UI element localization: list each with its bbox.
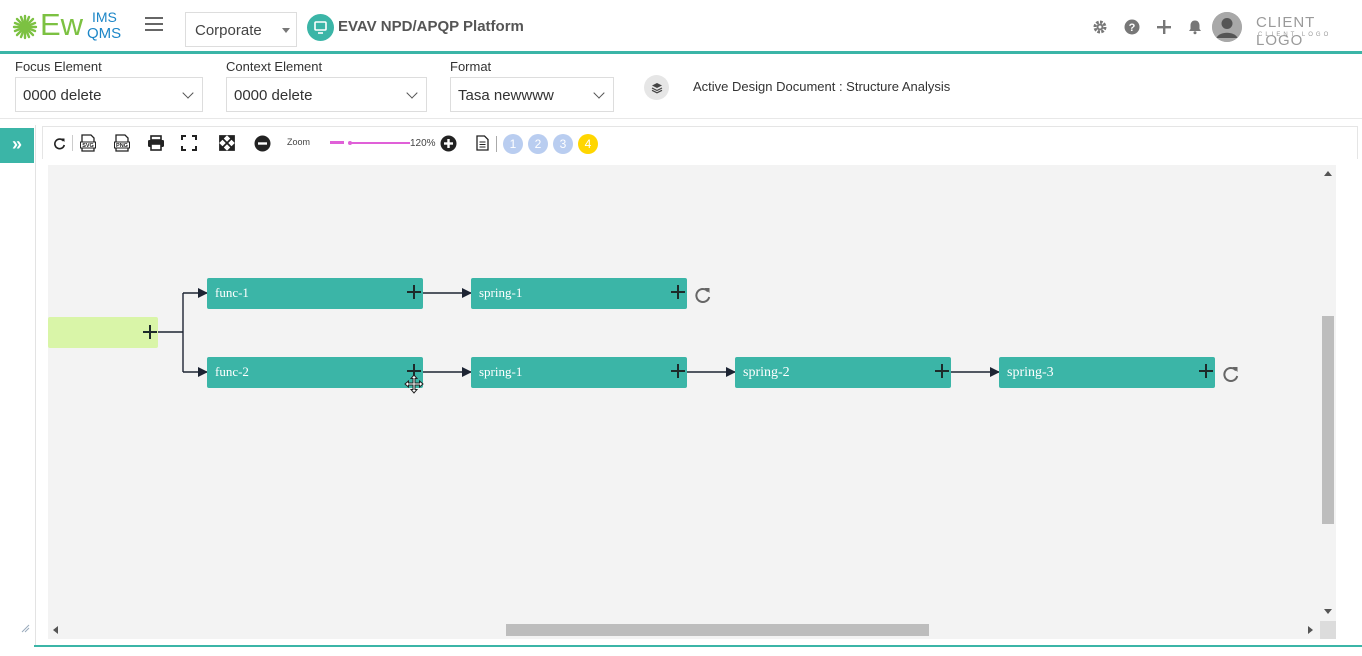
- site-selector[interactable]: Corporate: [185, 12, 297, 47]
- node-label: spring-1: [479, 364, 523, 379]
- connector-lines: [158, 288, 1000, 377]
- focus-element-label: Focus Element: [15, 59, 102, 74]
- refresh-icon[interactable]: [51, 134, 67, 152]
- scroll-up-icon[interactable]: [1324, 171, 1332, 176]
- help-icon[interactable]: ?: [1122, 17, 1142, 37]
- add-child-icon[interactable]: [407, 285, 421, 299]
- root-node[interactable]: [48, 317, 158, 348]
- context-element-value: 0000 delete: [234, 87, 313, 104]
- add-child-icon[interactable]: [1199, 364, 1213, 378]
- fullscreen-icon[interactable]: [180, 134, 198, 152]
- hamburger-menu-icon[interactable]: [145, 17, 163, 33]
- logo-main-text: Ew: [40, 7, 84, 42]
- bell-icon[interactable]: [1185, 17, 1205, 37]
- side-panel: [0, 125, 36, 647]
- scrollbar-corner: [1320, 621, 1336, 639]
- step-3-button[interactable]: 3: [553, 134, 573, 154]
- vertical-scrollbar[interactable]: [1320, 165, 1336, 621]
- focus-element-value: 0000 delete: [23, 87, 102, 104]
- svg-text:PNG: PNG: [116, 143, 128, 149]
- scroll-right-icon[interactable]: [1308, 626, 1313, 634]
- step-2-button[interactable]: 2: [528, 134, 548, 154]
- layers-toggle-button[interactable]: [644, 75, 669, 100]
- vertical-scroll-thumb[interactable]: [1322, 316, 1334, 524]
- format-value: Tasa newwww: [458, 87, 554, 104]
- gear-icon[interactable]: [1090, 17, 1110, 37]
- caret-down-icon: [282, 28, 290, 33]
- refresh-row-icon[interactable]: [1222, 365, 1240, 383]
- node-label: func-1: [215, 285, 249, 300]
- plus-icon[interactable]: [1154, 17, 1174, 37]
- step-4-button[interactable]: 4: [578, 134, 598, 154]
- bottom-accent-line: [34, 645, 1362, 647]
- svg-text:SVG: SVG: [82, 143, 94, 149]
- print-icon[interactable]: [146, 134, 166, 152]
- zoom-slider-fill: [330, 141, 344, 144]
- svg-export-icon[interactable]: SVG: [79, 134, 97, 152]
- add-child-icon[interactable]: [143, 325, 157, 339]
- horizontal-scrollbar[interactable]: [48, 621, 1320, 639]
- node-spring-1[interactable]: spring-1: [471, 278, 687, 309]
- horizontal-scroll-thumb[interactable]: [506, 624, 929, 636]
- zoom-value: 120%: [410, 138, 436, 149]
- user-avatar[interactable]: [1212, 12, 1242, 42]
- chevron-down-icon: [593, 87, 605, 99]
- app-logo[interactable]: Ew IMS QMS: [10, 7, 130, 46]
- add-child-icon[interactable]: [935, 364, 949, 378]
- layers-icon: [651, 82, 662, 93]
- zoom-label: Zoom: [287, 137, 311, 147]
- node-spring-2[interactable]: spring-2: [735, 357, 951, 388]
- active-design-document: Active Design Document : Structure Analy…: [693, 79, 951, 94]
- node-label: func-2: [215, 364, 249, 379]
- diagram-canvas[interactable]: func-1 spring-1 func-2 spring-1 spring-2…: [48, 165, 1320, 621]
- png-export-icon[interactable]: PNG: [113, 134, 131, 152]
- format-select[interactable]: Tasa newwww: [450, 77, 614, 112]
- focus-element-select[interactable]: 0000 delete: [15, 77, 203, 112]
- step-1-button[interactable]: 1: [503, 134, 523, 154]
- zoom-slider-thumb[interactable]: [348, 141, 352, 145]
- scroll-left-icon[interactable]: [53, 626, 58, 634]
- filter-bar: Focus Element 0000 delete Context Elemen…: [0, 57, 1362, 119]
- fit-to-screen-icon[interactable]: [218, 134, 236, 152]
- svg-text:?: ?: [1129, 22, 1136, 34]
- logo-sub-text: QMS: [87, 25, 122, 42]
- client-logo: CLIENT LOGO CLIENT LOGO: [1256, 14, 1348, 49]
- logo-sup-text: IMS: [92, 9, 117, 25]
- refresh-row-icon[interactable]: [694, 286, 712, 304]
- platform-title: EVAV NPD/APQP Platform: [338, 18, 524, 35]
- zoom-slider-track: [350, 142, 410, 144]
- node-spring-3[interactable]: spring-3: [999, 357, 1215, 388]
- format-label: Format: [450, 59, 492, 74]
- scroll-down-icon[interactable]: [1324, 609, 1332, 614]
- client-logo-subtext: CLIENT LOGO: [1258, 32, 1332, 38]
- zoom-out-icon[interactable]: [253, 134, 271, 152]
- diagram-toolbar: SVG PNG Zoom 120% 1 2 3 4: [42, 126, 1358, 159]
- node-label: spring-3: [1007, 365, 1054, 380]
- node-func-2[interactable]: func-2: [207, 357, 423, 388]
- node-label: spring-2: [743, 365, 790, 380]
- move-cursor-icon: [404, 374, 424, 394]
- zoom-in-icon[interactable]: [439, 134, 457, 152]
- add-child-icon[interactable]: [671, 364, 685, 378]
- node-spring-1[interactable]: spring-1: [471, 357, 687, 388]
- context-element-label: Context Element: [226, 59, 323, 74]
- add-child-icon[interactable]: [671, 285, 685, 299]
- resize-grip-icon[interactable]: [20, 620, 30, 633]
- document-icon[interactable]: [474, 134, 490, 152]
- context-element-select[interactable]: 0000 delete: [226, 77, 427, 112]
- site-selector-value: Corporate: [195, 22, 262, 39]
- expand-sidebar-button[interactable]: »: [0, 128, 34, 163]
- node-func-1[interactable]: func-1: [207, 278, 423, 309]
- app-header: Ew IMS QMS Corporate EVAV NPD/APQP Platf…: [0, 0, 1362, 54]
- chevron-down-icon: [406, 87, 418, 99]
- monitor-icon: [307, 14, 334, 41]
- chevron-down-icon: [182, 87, 194, 99]
- zoom-slider[interactable]: [330, 137, 410, 151]
- node-label: spring-1: [479, 285, 523, 300]
